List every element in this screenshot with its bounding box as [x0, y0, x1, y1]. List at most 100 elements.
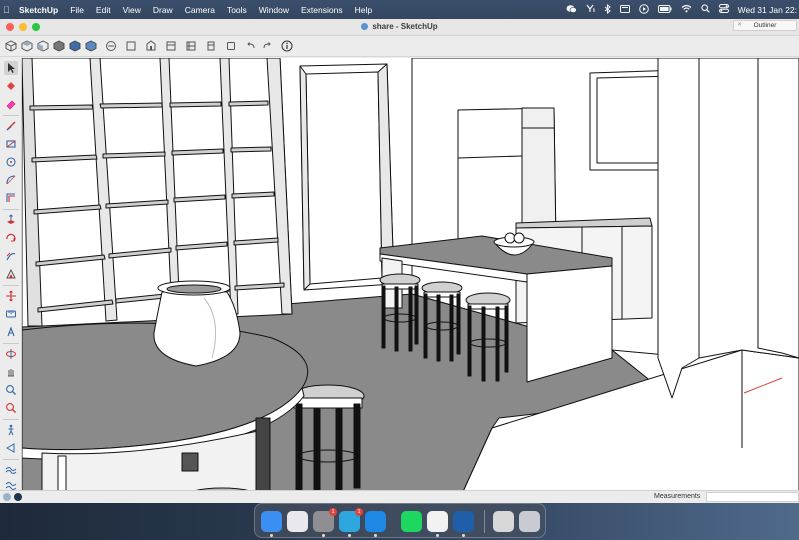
chrome-icon[interactable]	[427, 511, 448, 532]
kitchen-3d-model	[22, 58, 799, 494]
menu-file[interactable]: File	[64, 5, 90, 15]
info-icon[interactable]	[280, 40, 293, 52]
help-icon[interactable]	[3, 493, 11, 501]
desktop-screen:  SketchUp File Edit View Draw Camera To…	[0, 0, 799, 540]
menu-extensions[interactable]: Extensions	[295, 5, 349, 15]
tool-separator	[3, 115, 19, 116]
tool-separator	[3, 419, 19, 420]
component-icon[interactable]	[224, 40, 237, 52]
launchpad-icon[interactable]	[287, 511, 308, 532]
finder-icon[interactable]	[261, 511, 282, 532]
pan-tool-icon[interactable]	[4, 365, 18, 379]
menu-window[interactable]: Window	[253, 5, 295, 15]
monochrome-icon[interactable]	[204, 40, 217, 52]
look-around-icon[interactable]	[4, 441, 18, 455]
sketchup-doc-icon	[361, 23, 369, 30]
wifi-icon[interactable]	[681, 4, 692, 15]
menu-draw[interactable]: Draw	[147, 5, 179, 15]
tape-measure-icon[interactable]	[4, 307, 18, 321]
sketchup-window: share - SketchUp ✕ Outliner Measurements	[0, 19, 799, 503]
menu-clock[interactable]: Wed 31 Jan 22:	[738, 5, 797, 15]
running-indicator	[436, 534, 439, 537]
trash-icon[interactable]	[519, 511, 540, 532]
tool-separator	[3, 459, 19, 460]
spotify-icon[interactable]	[401, 511, 422, 532]
iso-view-icon[interactable]	[4, 40, 17, 52]
running-indicator	[322, 534, 325, 537]
apple-menu-icon[interactable]: 	[3, 5, 13, 15]
orbit-tool-icon[interactable]	[4, 347, 18, 361]
menu-view[interactable]: View	[117, 5, 147, 15]
tool-separator	[3, 343, 19, 344]
circle-tool-icon[interactable]	[4, 155, 18, 169]
running-indicator	[270, 534, 273, 537]
geolocation-icon[interactable]	[14, 493, 22, 501]
battery-icon[interactable]	[657, 4, 672, 15]
wechat-icon[interactable]	[566, 4, 577, 16]
safari-icon[interactable]	[365, 511, 386, 532]
preview-icon[interactable]	[493, 511, 514, 532]
zoom-extents-icon[interactable]	[4, 401, 18, 415]
status-icons	[3, 493, 22, 501]
title-bar: share - SketchUp ✕ Outliner	[0, 19, 799, 36]
undo-icon[interactable]	[244, 40, 257, 52]
control-center-icon[interactable]	[718, 4, 729, 15]
rectangle-tool-icon[interactable]	[4, 137, 18, 151]
play-icon[interactable]	[638, 3, 649, 16]
paint-bucket-icon[interactable]	[4, 79, 18, 93]
screen-icon[interactable]	[619, 4, 630, 15]
move-tool-icon[interactable]	[4, 289, 18, 303]
left-view-icon[interactable]	[84, 40, 97, 52]
right-view-icon[interactable]	[52, 40, 65, 52]
outliner-tab-label: Outliner	[753, 22, 777, 29]
text-input-icon[interactable]	[586, 4, 595, 15]
top-view-icon[interactable]	[20, 40, 33, 52]
zoom-tool-icon[interactable]	[4, 383, 18, 397]
back-view-icon[interactable]	[68, 40, 81, 52]
outliner-panel-tab[interactable]: ✕ Outliner	[733, 20, 797, 31]
walk-tool-icon[interactable]	[4, 423, 18, 437]
menu-app-name[interactable]: SketchUp	[13, 5, 64, 15]
running-indicator	[374, 534, 377, 537]
notification-badge: 1	[355, 508, 363, 516]
measurements-input[interactable]	[706, 492, 799, 502]
redo-icon[interactable]	[260, 40, 273, 52]
scale-tool-icon[interactable]	[4, 267, 18, 281]
system-settings-icon[interactable]: 1	[313, 508, 337, 532]
top-toolbar	[0, 36, 799, 57]
measurements-label: Measurements	[654, 493, 701, 500]
wireframe-icon[interactable]	[124, 40, 137, 52]
spotlight-search-icon[interactable]	[700, 4, 710, 15]
rotate-tool-icon[interactable]	[4, 231, 18, 245]
text-tool-icon[interactable]	[4, 325, 18, 339]
eraser-icon[interactable]	[4, 97, 18, 111]
push-pull-icon[interactable]	[4, 213, 18, 227]
telegram-icon[interactable]: 1	[339, 508, 363, 532]
menu-camera[interactable]: Camera	[179, 5, 221, 15]
model-viewport[interactable]	[22, 58, 799, 494]
left-tool-palette	[0, 58, 22, 494]
line-tool-icon[interactable]	[4, 119, 18, 133]
bookshelf	[22, 58, 293, 328]
menu-tools[interactable]: Tools	[221, 5, 253, 15]
hidden-line-icon[interactable]	[144, 40, 157, 52]
status-bar: Measurements	[0, 490, 799, 503]
menu-bar:  SketchUp File Edit View Draw Camera To…	[0, 0, 799, 19]
bluetooth-icon[interactable]	[604, 3, 611, 16]
window-title: share - SketchUp	[0, 22, 799, 31]
tool-separator	[3, 285, 19, 286]
select-tool-icon[interactable]	[4, 61, 18, 75]
menu-help[interactable]: Help	[349, 5, 378, 15]
sandbox-icon[interactable]	[4, 463, 18, 477]
notification-badge: 1	[329, 508, 337, 516]
close-icon[interactable]: ✕	[737, 21, 742, 30]
sketchup-icon[interactable]	[453, 511, 474, 532]
menu-edit[interactable]: Edit	[90, 5, 117, 15]
front-view-icon[interactable]	[36, 40, 49, 52]
arc-tool-icon[interactable]	[4, 173, 18, 187]
textured-icon[interactable]	[184, 40, 197, 52]
shaded-icon[interactable]	[164, 40, 177, 52]
follow-me-icon[interactable]	[4, 249, 18, 263]
xray-icon[interactable]	[104, 40, 117, 52]
offset-tool-icon[interactable]	[4, 191, 18, 205]
